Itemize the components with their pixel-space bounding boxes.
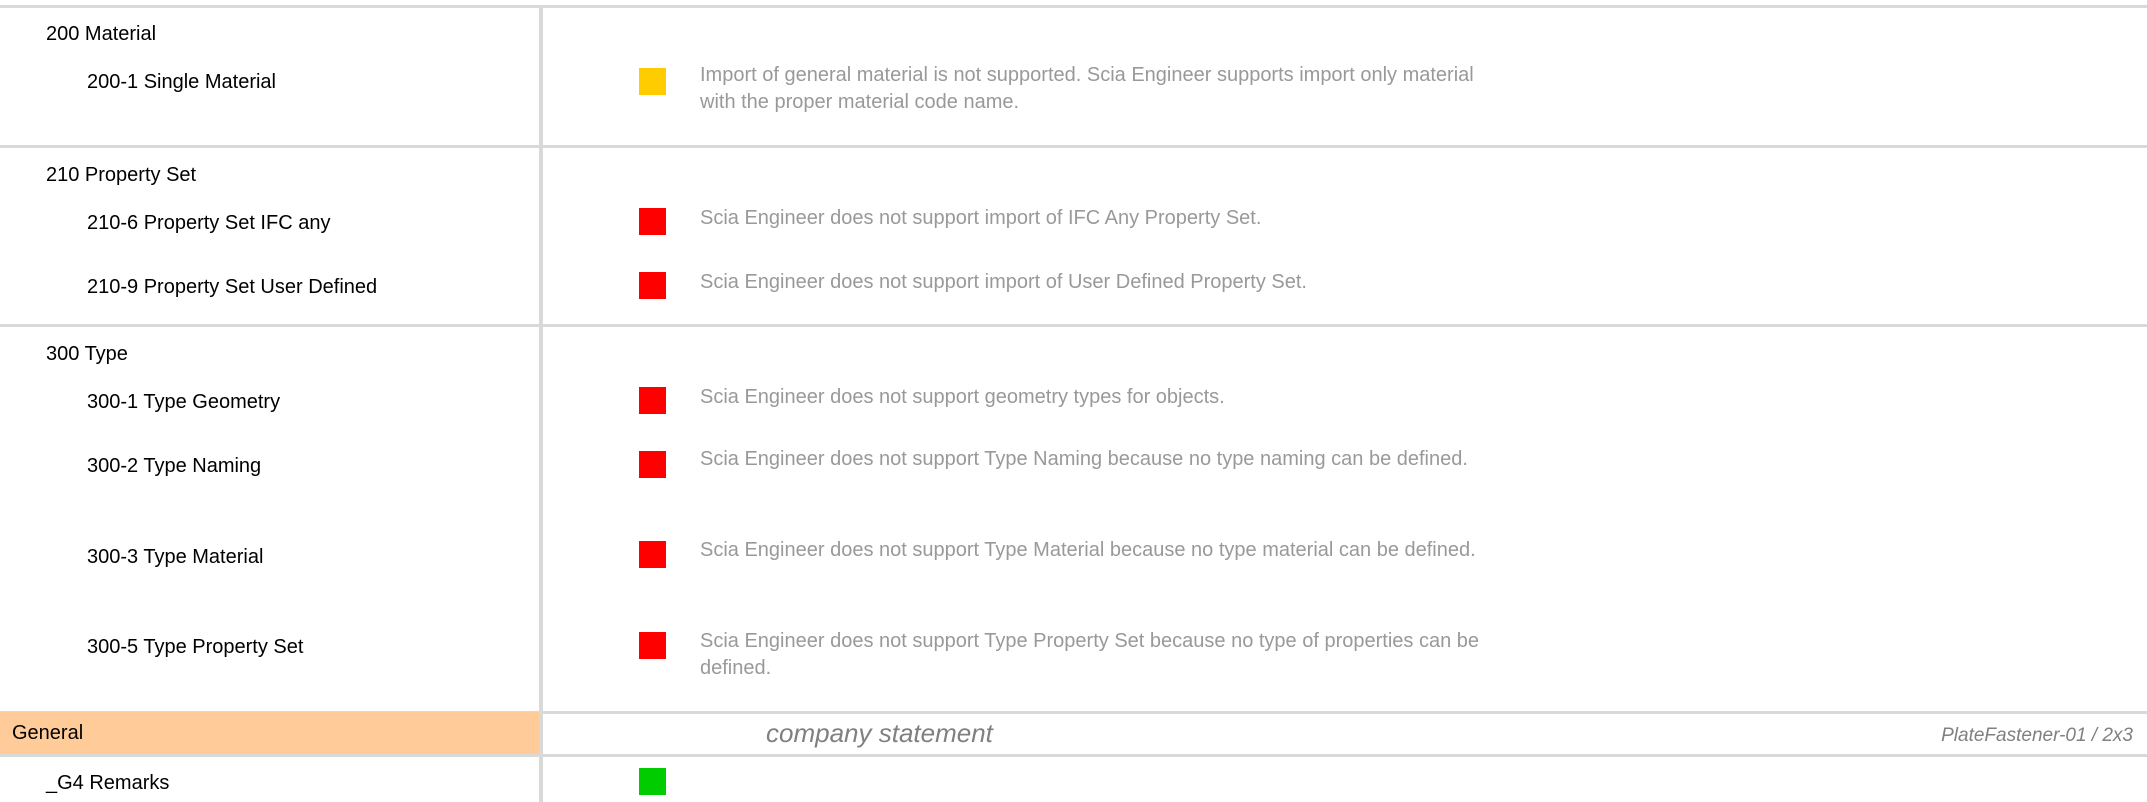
item-description: Scia Engineer does not support import of… — [700, 271, 1307, 293]
list-item-label: 210-6 Property Set IFC any — [87, 212, 331, 234]
status-indicator-red — [639, 541, 666, 568]
section-divider — [0, 324, 2147, 327]
status-indicator-red — [639, 451, 666, 478]
company-statement: company statement — [766, 718, 993, 748]
section-title: 200 Material — [46, 23, 157, 45]
page-reference: PlateFastener-01 / 2x3 — [1941, 725, 2133, 746]
list-item-label: 300-2 Type Naming — [87, 455, 262, 477]
section-divider — [0, 754, 2147, 757]
general-label: General — [12, 722, 84, 744]
status-indicator-red — [639, 387, 666, 414]
section-title: 300 Type — [46, 343, 128, 365]
status-indicator-green — [639, 768, 666, 795]
status-indicator-red — [639, 272, 666, 299]
section-title: 210 Property Set — [46, 164, 197, 186]
status-indicator-red — [639, 632, 666, 659]
item-description: Scia Engineer does not support Type Nami… — [700, 448, 1468, 470]
item-description: Scia Engineer does not support Type Prop… — [700, 630, 1480, 679]
top-divider — [0, 5, 2147, 8]
remarks-label: _G4 Remarks — [46, 772, 170, 794]
list-item-label: 300-3 Type Material — [87, 546, 264, 568]
list-item-label: 300-5 Type Property Set — [87, 636, 304, 658]
list-item-label: 200-1 Single Material — [87, 71, 276, 93]
list-item-label: 300-1 Type Geometry — [87, 391, 281, 413]
item-description: Scia Engineer does not support geometry … — [700, 386, 1225, 408]
item-description: Scia Engineer does not support Type Mate… — [700, 539, 1476, 561]
item-description: Import of general material is not suppor… — [700, 64, 1474, 113]
column-divider — [539, 5, 543, 802]
section-divider — [0, 145, 2147, 148]
item-description: Scia Engineer does not support import of… — [700, 207, 1262, 229]
general-header: General — [0, 712, 539, 754]
list-item-label: 210-9 Property Set User Defined — [87, 276, 378, 298]
status-indicator-yellow — [639, 68, 666, 95]
status-indicator-red — [639, 208, 666, 235]
